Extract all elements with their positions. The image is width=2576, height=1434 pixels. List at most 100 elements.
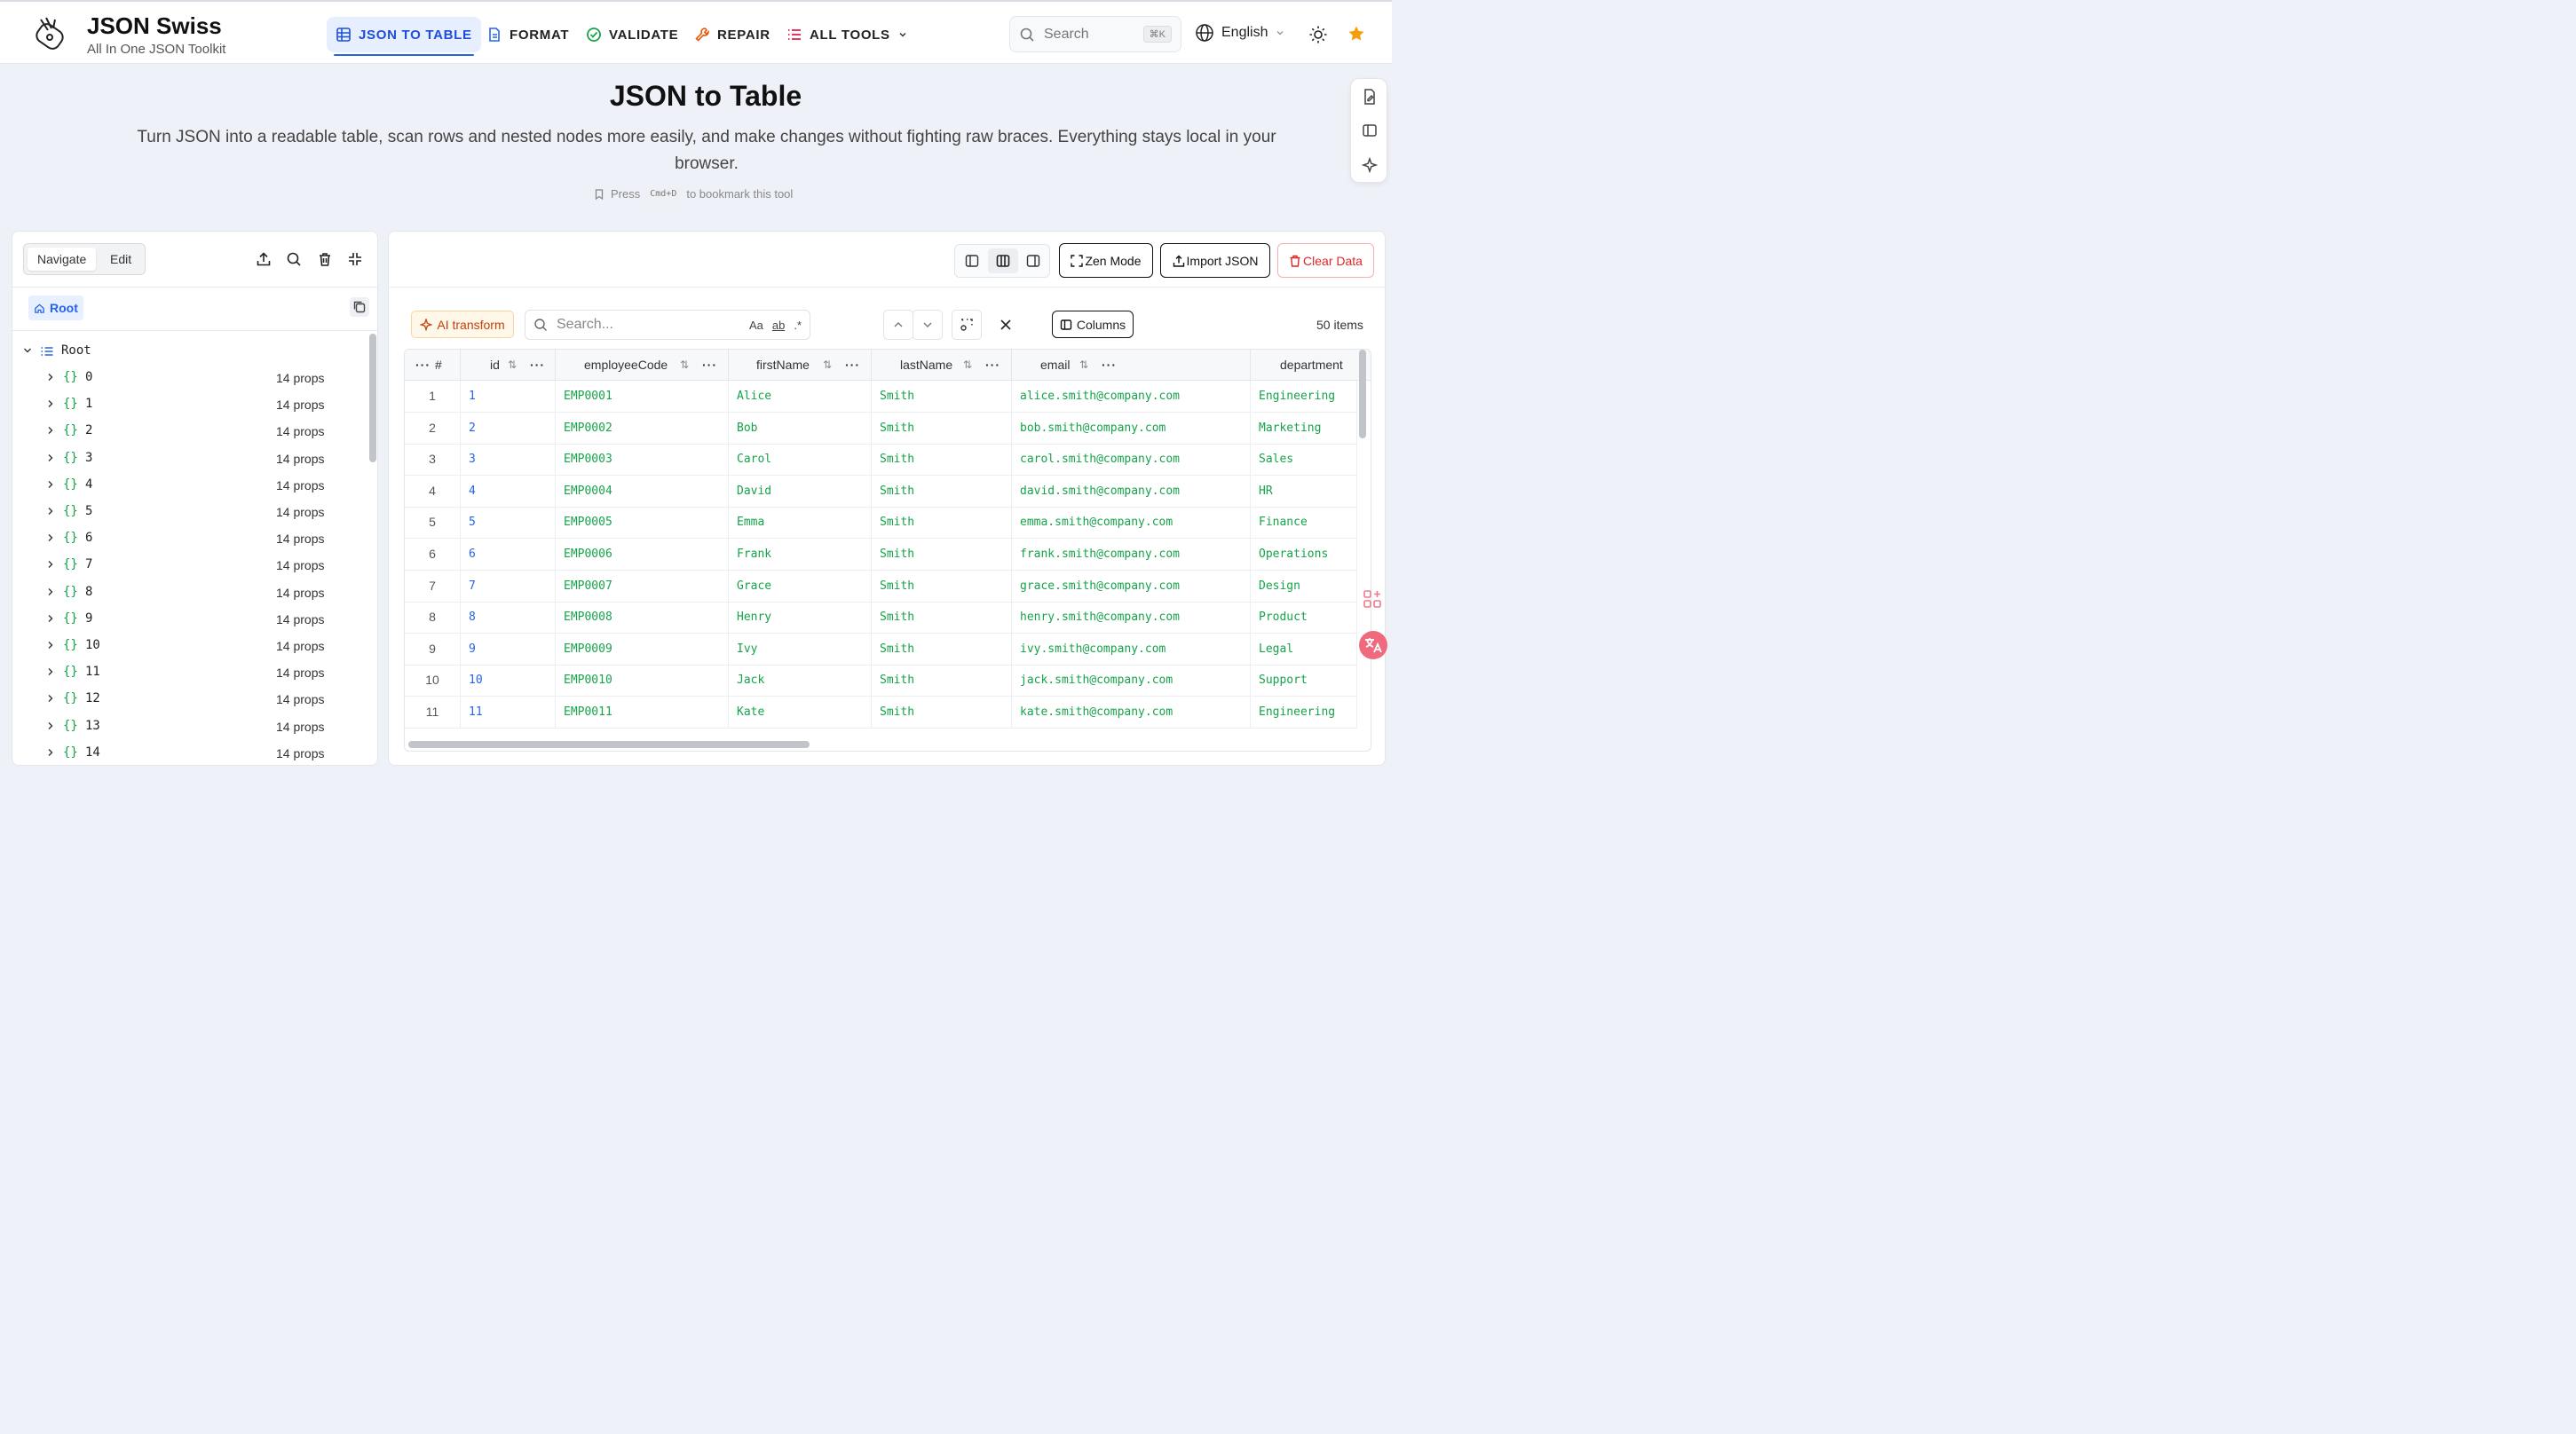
cell-id[interactable]: 8 xyxy=(461,602,556,634)
tree-node[interactable]: {} 5 14 props xyxy=(12,499,367,525)
table-row[interactable]: 7 7 EMP0007 Grace Smith grace.smith@company.c… xyxy=(405,570,1357,603)
cell-id[interactable]: 9 xyxy=(461,633,556,666)
layout-split-icon[interactable] xyxy=(995,253,1011,269)
table-row[interactable]: 11 11 EMP0011 Kate Smith kate.smith@company.c… xyxy=(405,697,1357,729)
nav-all-tools[interactable]: ALL TOOLS xyxy=(778,17,917,52)
header-cell-department[interactable]: department xyxy=(1251,350,1371,381)
cell-last-name[interactable]: Smith xyxy=(872,381,1012,413)
cell-id[interactable]: 3 xyxy=(461,444,556,477)
header-cell-firstName[interactable]: firstName ⇅ ··· xyxy=(729,350,872,381)
tree-node[interactable]: {} 6 14 props xyxy=(12,525,367,552)
translate-icon[interactable] xyxy=(1359,631,1387,659)
chevron-right-icon[interactable] xyxy=(46,560,55,569)
tree-node[interactable]: {} 10 14 props xyxy=(12,633,367,659)
column-menu-icon[interactable]: ··· xyxy=(702,350,717,381)
next-match-button[interactable] xyxy=(913,310,943,340)
cell-id[interactable]: 2 xyxy=(461,412,556,445)
cell-first-name[interactable]: Kate xyxy=(729,697,872,729)
cell-department[interactable]: Legal xyxy=(1251,633,1357,666)
cell-first-name[interactable]: Carol xyxy=(729,444,872,477)
table-horizontal-scrollbar[interactable] xyxy=(408,741,810,748)
cell-department[interactable]: Sales xyxy=(1251,444,1357,477)
brand-title[interactable]: JSON Swiss xyxy=(87,12,222,40)
cell-email[interactable]: frank.smith@company.com xyxy=(1012,539,1251,571)
sort-icon[interactable]: ⇅ xyxy=(1079,350,1088,381)
chevron-right-icon[interactable] xyxy=(46,373,55,382)
header-cell-employeeCode[interactable]: employeeCode ⇅ ··· xyxy=(556,350,729,381)
match-word-toggle[interactable]: ab xyxy=(772,319,785,332)
apps-grid-icon[interactable] xyxy=(1362,588,1383,610)
cell-employee-code[interactable]: EMP0003 xyxy=(556,444,729,477)
cell-first-name[interactable]: Bob xyxy=(729,412,872,445)
cell-employee-code[interactable]: EMP0006 xyxy=(556,539,729,571)
cell-department[interactable]: Engineering xyxy=(1251,381,1357,413)
header-cell-id[interactable]: id ⇅ ··· xyxy=(461,350,556,381)
chevron-right-icon[interactable] xyxy=(46,587,55,596)
row-number[interactable]: 5 xyxy=(405,507,461,540)
tab-edit[interactable]: Edit xyxy=(100,248,141,271)
language-select[interactable]: English xyxy=(1195,23,1285,43)
cell-id[interactable]: 1 xyxy=(461,381,556,413)
cell-employee-code[interactable]: EMP0008 xyxy=(556,602,729,634)
match-case-toggle[interactable]: Aa xyxy=(749,319,763,332)
cell-first-name[interactable]: David xyxy=(729,475,872,508)
row-number[interactable]: 10 xyxy=(405,665,461,697)
layout-right-icon[interactable] xyxy=(1025,253,1041,269)
chevron-right-icon[interactable] xyxy=(46,614,55,623)
cell-id[interactable]: 10 xyxy=(461,665,556,697)
file-edit-icon[interactable] xyxy=(1361,88,1379,106)
column-menu-icon[interactable]: ··· xyxy=(845,350,860,381)
cell-last-name[interactable]: Smith xyxy=(872,412,1012,445)
cell-department[interactable]: Finance xyxy=(1251,507,1357,540)
tab-navigate[interactable]: Navigate xyxy=(28,248,97,271)
header-cell-lastName[interactable]: lastName ⇅ ··· xyxy=(872,350,1012,381)
table-row[interactable]: 3 3 EMP0003 Carol Smith carol.smith@company.c… xyxy=(405,444,1357,477)
search-icon[interactable] xyxy=(286,251,302,267)
table-search-input[interactable]: Search... Aa ab .* xyxy=(525,310,810,340)
cell-first-name[interactable]: Emma xyxy=(729,507,872,540)
cell-email[interactable]: grace.smith@company.com xyxy=(1012,570,1251,603)
nav-json-to-table[interactable]: JSON TO TABLE xyxy=(327,17,481,56)
global-search-input[interactable]: Search ⌘K xyxy=(1009,16,1181,52)
star-icon[interactable] xyxy=(1347,25,1365,43)
table-row[interactable]: 5 5 EMP0005 Emma Smith emma.smith@company.com… xyxy=(405,507,1357,540)
row-number[interactable]: 7 xyxy=(405,570,461,603)
cell-employee-code[interactable]: EMP0010 xyxy=(556,665,729,697)
zen-mode-button[interactable]: Zen Mode xyxy=(1059,243,1153,278)
cell-email[interactable]: alice.smith@company.com xyxy=(1012,381,1251,413)
column-menu-icon[interactable]: ··· xyxy=(415,350,431,381)
swiss-knife-logo-icon[interactable] xyxy=(32,14,67,53)
header-cell-email[interactable]: email ⇅ ··· xyxy=(1012,350,1251,381)
cell-first-name[interactable]: Jack xyxy=(729,665,872,697)
chevron-right-icon[interactable] xyxy=(46,667,55,676)
cell-email[interactable]: emma.smith@company.com xyxy=(1012,507,1251,540)
cell-first-name[interactable]: Ivy xyxy=(729,633,872,666)
chevron-right-icon[interactable] xyxy=(46,426,55,435)
tree-node[interactable]: {} 2 14 props xyxy=(12,418,367,445)
table-vertical-scrollbar[interactable] xyxy=(1359,350,1366,438)
sort-icon[interactable]: ⇅ xyxy=(823,350,832,381)
tree-node[interactable]: {} 8 14 props xyxy=(12,579,367,606)
tree-node[interactable]: {} 13 14 props xyxy=(12,713,367,740)
cell-department[interactable]: HR xyxy=(1251,475,1357,508)
cell-email[interactable]: ivy.smith@company.com xyxy=(1012,633,1251,666)
table-row[interactable]: 10 10 EMP0010 Jack Smith jack.smith@company.c… xyxy=(405,665,1357,697)
cell-department[interactable]: Engineering xyxy=(1251,697,1357,729)
nav-validate[interactable]: VALIDATE xyxy=(577,17,687,52)
cell-last-name[interactable]: Smith xyxy=(872,602,1012,634)
columns-button[interactable]: Columns xyxy=(1052,311,1134,338)
cell-id[interactable]: 7 xyxy=(461,570,556,603)
cell-email[interactable]: kate.smith@company.com xyxy=(1012,697,1251,729)
row-number[interactable]: 4 xyxy=(405,475,461,508)
nav-repair[interactable]: REPAIR xyxy=(685,17,779,52)
cell-department[interactable]: Design xyxy=(1251,570,1357,603)
column-menu-icon[interactable]: ··· xyxy=(1102,350,1117,381)
clear-data-button[interactable]: Clear Data xyxy=(1277,243,1374,278)
table-row[interactable]: 8 8 EMP0008 Henry Smith henry.smith@company.c… xyxy=(405,602,1357,634)
ai-transform-button[interactable]: AI transform xyxy=(411,311,514,338)
cell-email[interactable]: david.smith@company.com xyxy=(1012,475,1251,508)
chevron-right-icon[interactable] xyxy=(46,694,55,703)
row-number[interactable]: 3 xyxy=(405,444,461,477)
cell-last-name[interactable]: Smith xyxy=(872,570,1012,603)
cell-email[interactable]: carol.smith@company.com xyxy=(1012,444,1251,477)
